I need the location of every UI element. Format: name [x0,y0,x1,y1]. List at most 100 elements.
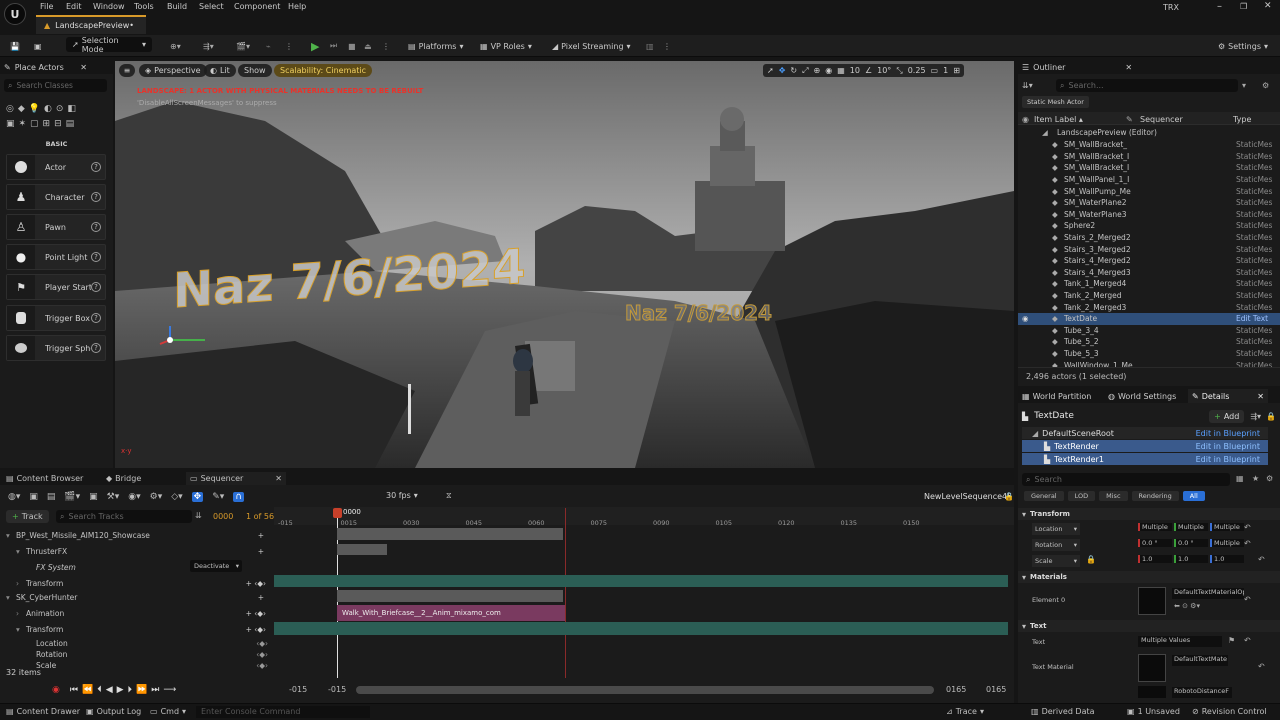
track-row[interactable]: ▾ ThrusterFX + [0,544,272,559]
minimize-icon[interactable]: – [1217,1,1222,12]
scale-x[interactable]: 1.0 [1138,555,1172,563]
filter-lod[interactable]: LOD [1067,491,1096,501]
console-input[interactable]: Enter Console Command [196,706,370,718]
cyberhunter-section-bar[interactable] [337,590,563,602]
scalability-badge[interactable]: Scalability: Cinematic [274,64,373,77]
vp-roles-dropdown[interactable]: ▦ VP Roles ▾ [480,39,532,53]
play-reverse-icon[interactable]: ◀ [106,685,113,695]
settings-dropdown[interactable]: ⚙ Settings ▾ [1218,39,1268,53]
material-thumbnail[interactable] [1138,587,1166,615]
play-icon[interactable]: ▶ [117,685,124,695]
filter-all[interactable]: All [1182,491,1205,501]
actor-item-trigger-box[interactable]: Trigger Box? [6,305,106,331]
trace-dropdown[interactable]: ⊿ Trace ▾ [946,707,984,716]
outliner-row[interactable]: ◆ Tube_5_2 StaticMes [1018,336,1280,348]
lit-button[interactable]: ◐ Lit [204,64,236,77]
menu-component[interactable]: Component [234,2,280,11]
font-dropdown[interactable]: RobotoDistanceF [1172,687,1232,698]
cmd-dropdown[interactable]: ▭ Cmd ▾ [150,707,186,716]
menu-build[interactable]: Build [167,2,187,11]
auto-key-icon[interactable]: ✥ [191,492,204,502]
text-value-input[interactable]: Multiple Values [1138,636,1222,647]
actor-item-point-light[interactable]: ● Point Light? [6,244,106,270]
step-icon[interactable]: ⏭ [330,39,337,53]
expand-icon[interactable]: › [16,579,26,588]
step-back-icon[interactable]: ⏴ [97,685,102,695]
help-icon[interactable]: ? [91,192,101,202]
help-icon[interactable]: ? [91,222,101,232]
show-button[interactable]: Show [238,64,272,77]
close-icon[interactable]: ✕ [1257,392,1264,401]
stop-icon[interactable]: ■ [348,39,356,53]
play-options-icon[interactable]: ⋮ [382,39,390,53]
play-icon[interactable]: ▶ [311,39,319,53]
translate-icon[interactable]: ✥ [779,66,786,75]
reset-icon[interactable]: ↶ [1258,555,1265,564]
find-icon[interactable]: ▤ [47,492,56,502]
reset-icon[interactable]: ↶ [1258,662,1265,671]
settings-icon[interactable]: ⚙ [1266,474,1273,483]
cinematics-icon[interactable]: 🎬▾ [236,39,250,53]
viewport-menu-icon[interactable]: ≡ [119,64,135,77]
menu-select[interactable]: Select [199,2,224,11]
camera-speed-icon[interactable]: ▭ [931,66,939,75]
camera-speed-value[interactable]: 1 [943,66,948,75]
add-icon[interactable]: + ‹◆› [246,579,266,588]
text-material-thumbnail[interactable] [1138,654,1166,682]
outliner-row[interactable]: ◆ SM_WaterPlane2 StaticMes [1018,197,1280,209]
outliner-row[interactable]: ◆ Stairs_4_Merged3 StaticMes [1018,267,1280,279]
edit-in-blueprint-link[interactable]: Edit in Blueprint [1196,429,1260,438]
col-sequencer[interactable]: Sequencer [1140,115,1183,124]
unsaved-button[interactable]: ▣ 1 Unsaved [1127,707,1180,716]
more-icon[interactable]: ⋮ [285,39,293,53]
tab-world-settings[interactable]: ◍ World Settings [1108,392,1188,401]
edit-in-blueprint-link[interactable]: Edit in Blueprint [1196,442,1260,451]
collapse-icon[interactable]: ◢ [1042,128,1048,137]
blueprint-options-icon[interactable]: ⇶▾ [1250,412,1261,421]
render-icon[interactable]: 🎬▾ [64,492,80,502]
playhead-handle[interactable] [333,508,342,518]
text-section-header[interactable]: ▾ Text [1018,620,1280,632]
text-material-dropdown[interactable]: DefaultTextMate [1172,655,1228,666]
track-row[interactable]: › Animation + ‹◆› [0,606,272,621]
missile-section-bar[interactable] [337,528,563,540]
keyframe-icon[interactable]: ‹◆› [256,661,268,670]
location-dropdown[interactable]: Location ▾ [1032,523,1080,535]
rotation-z[interactable]: Multiple [1210,539,1244,547]
rotation-x[interactable]: 0.0 ° [1138,539,1172,547]
help-icon[interactable]: ? [91,162,101,172]
timeline-scrollbar[interactable] [356,686,934,694]
unreal-logo-icon[interactable]: U [4,3,26,25]
more-icon[interactable]: ⋮ [663,39,671,53]
col-item-label[interactable]: Item Label ▴ [1034,115,1083,124]
expand-icon[interactable]: ▾ [6,531,16,540]
derived-data-button[interactable]: ▥ Derived Data [1031,707,1095,716]
edit-in-blueprint-link[interactable]: Edit in Blueprint [1196,455,1260,464]
camera-icon[interactable]: ▣ [89,492,98,502]
record-icon[interactable]: ◉ [52,685,60,695]
view-icon[interactable]: ◉▾ [128,492,140,502]
vr-icon[interactable]: ▥ [646,39,654,53]
content-drawer-button[interactable]: ▤ Content Drawer [6,707,80,716]
outliner-row[interactable]: ◆ SM_WallPanel_1_I StaticMes [1018,174,1280,186]
deactivate-dropdown[interactable]: Deactivate ▾ [190,560,242,572]
tab-details[interactable]: ✎ Details ✕ [1188,389,1268,403]
scale-icon[interactable]: ⤢ [802,66,808,76]
scale-z[interactable]: 1.0 [1210,555,1244,563]
selection-mode-dropdown[interactable]: ➚ Selection Mode ▾ [66,36,152,54]
help-icon[interactable]: ? [91,252,101,262]
rotate-icon[interactable]: ↻ [790,66,797,75]
outliner-row[interactable]: ◆ Tank_2_Merged StaticMes [1018,290,1280,302]
track-row[interactable]: › Transform + ‹◆› [0,576,272,591]
reset-icon[interactable]: ↶ [1244,539,1251,548]
skip-start-icon[interactable]: ⏮ [70,685,78,695]
search-classes-input[interactable]: ⌕ Search Classes [4,79,107,92]
world-icon[interactable]: ◍▾ [8,492,20,502]
search-tracks-input[interactable]: ⌕ Search Tracks [56,510,192,523]
star-icon[interactable]: ★ [1252,474,1259,483]
expand-icon[interactable]: ▾ [16,547,26,556]
prev-key-icon[interactable]: ⏪ [82,685,93,695]
add-component-button[interactable]: + Add [1209,409,1245,423]
outliner-row[interactable]: ◆ Tank_2_Merged3 StaticMes [1018,301,1280,313]
expand-icon[interactable]: › [16,609,26,618]
